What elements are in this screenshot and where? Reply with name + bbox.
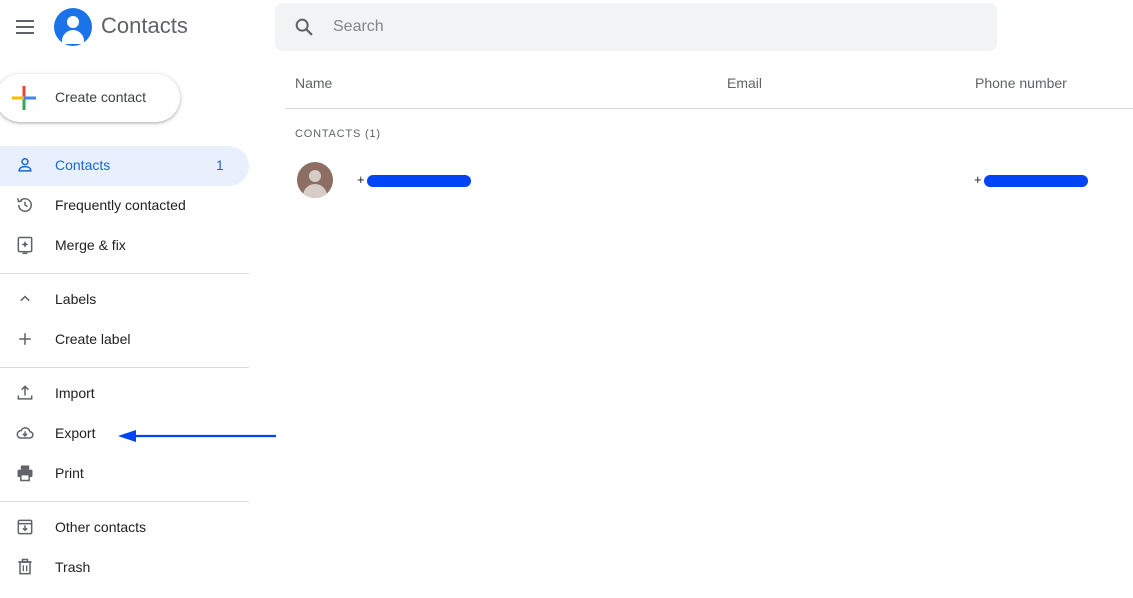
main-menu-button[interactable]	[10, 12, 40, 42]
create-contact-button[interactable]: Create contact	[0, 74, 180, 122]
sidebar-item-label: Trash	[55, 559, 91, 575]
contacts-logo-icon	[54, 8, 92, 46]
trash-icon	[18, 558, 32, 575]
sidebar-item-create-label[interactable]: Create label	[0, 320, 249, 360]
multicolor-plus-icon	[12, 86, 36, 110]
sidebar-item-label: Contacts	[55, 157, 111, 173]
plus-icon	[19, 333, 31, 345]
sidebar-item-label: Create label	[55, 331, 131, 347]
column-header-phone[interactable]: Phone number	[975, 75, 1067, 91]
sidebar-divider	[0, 367, 249, 368]
contacts-count-badge: 1	[216, 157, 224, 173]
sidebar-item-label: Labels	[55, 291, 97, 307]
avatar[interactable]	[297, 162, 333, 198]
history-icon	[16, 198, 32, 212]
printer-icon	[17, 465, 33, 482]
search-bar[interactable]	[275, 3, 997, 51]
hamburger-menu-icon	[16, 20, 34, 22]
sidebar-item-merge-fix[interactable]: Merge & fix	[0, 226, 249, 266]
chevron-up-icon	[20, 295, 30, 302]
cloud-download-icon	[16, 427, 34, 439]
sidebar-item-label: Import	[55, 385, 95, 401]
sidebar-item-other-contacts[interactable]: Other contacts	[0, 508, 249, 548]
sidebar-divider	[0, 273, 249, 274]
app-title: Contacts	[101, 13, 188, 38]
contact-phone: +	[974, 172, 1088, 187]
sidebar-item-label: Other contacts	[55, 519, 147, 535]
merge-fix-icon	[17, 236, 33, 255]
sidebar-divider	[0, 501, 249, 502]
sidebar-item-label: Merge & fix	[55, 237, 126, 253]
column-header-name[interactable]: Name	[295, 75, 332, 91]
sidebar-item-import[interactable]: Import	[0, 374, 249, 414]
search-input[interactable]	[333, 11, 973, 43]
contacts-section-label: CONTACTS (1)	[295, 128, 381, 140]
sidebar-item-labels[interactable]: Labels	[0, 280, 249, 320]
table-row[interactable]: + +	[285, 158, 1133, 202]
table-header-divider	[285, 108, 1133, 109]
sidebar-item-label: Frequently contacted	[55, 197, 186, 213]
person-icon	[18, 158, 32, 172]
search-icon[interactable]	[293, 16, 315, 38]
contact-name: +	[357, 172, 471, 187]
archive-icon	[17, 519, 33, 535]
redacted-phone-block	[983, 174, 1088, 187]
annotation-arrow-icon	[118, 430, 276, 442]
sidebar-item-trash[interactable]: Trash	[0, 548, 249, 588]
create-contact-label: Create contact	[55, 89, 147, 105]
upload-icon	[17, 385, 33, 400]
sidebar-item-contacts[interactable]: Contacts 1	[0, 146, 249, 186]
sidebar-item-label: Print	[55, 465, 84, 481]
redacted-name-block	[366, 174, 471, 187]
contact-phone-prefix: +	[974, 172, 982, 187]
column-header-email[interactable]: Email	[727, 75, 762, 91]
sidebar-item-label: Export	[55, 425, 96, 441]
sidebar-item-frequently-contacted[interactable]: Frequently contacted	[0, 186, 249, 226]
contact-name-prefix: +	[357, 172, 365, 187]
sidebar-item-print[interactable]: Print	[0, 454, 249, 494]
